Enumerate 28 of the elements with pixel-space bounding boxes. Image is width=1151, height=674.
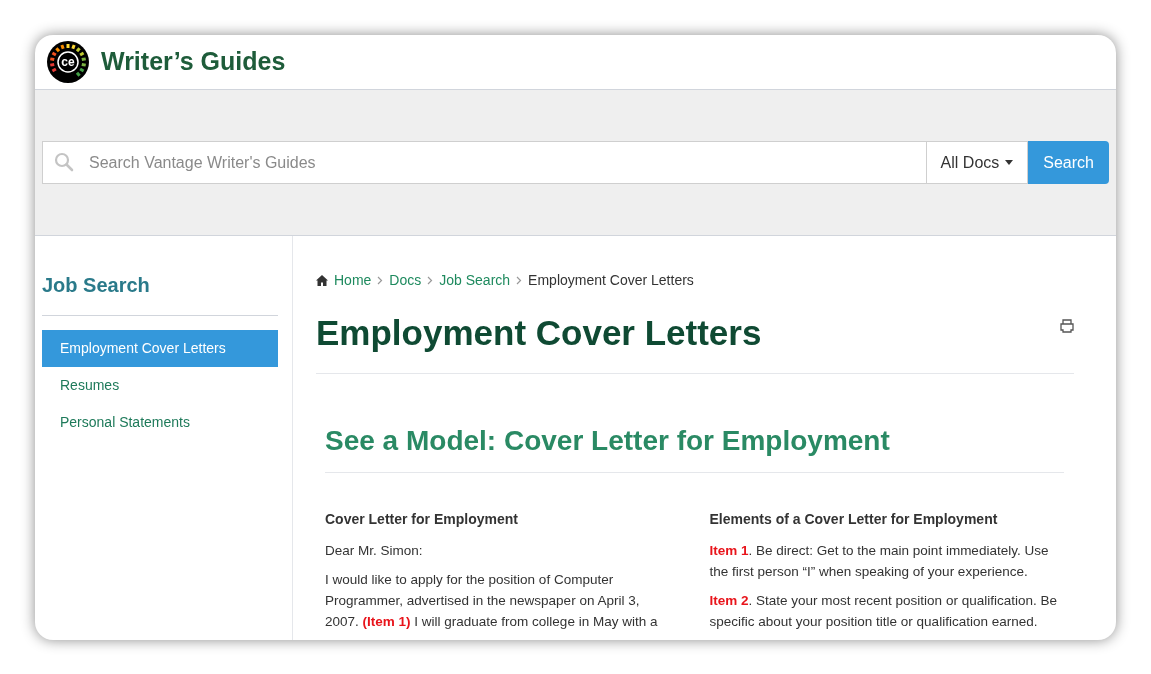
paragraph: Dear Mr. Simon: bbox=[325, 542, 424, 560]
chevron-icon bbox=[377, 276, 384, 286]
sidebar-item[interactable]: Personal Statements bbox=[42, 404, 278, 442]
caret-icon bbox=[1005, 160, 1014, 166]
section-title: See a Model: Cover Letter for Employment bbox=[325, 420, 1064, 473]
site-title[interactable]: Writer’s Guides bbox=[101, 43, 286, 81]
scope-dropdown[interactable]: All Docs bbox=[926, 141, 1029, 185]
sidebar-title: Job Search bbox=[42, 270, 278, 317]
column-heading: Elements of a Cover Letter for Employment bbox=[709, 510, 999, 529]
paragraph: I would like to apply for the position of Computer Programmer, advertised in the newspaper on April 3, 2007. (Item 1) I will graduate from college in May with a bbox=[325, 571, 659, 631]
breadcrumb-current: Employment Cover Letters bbox=[528, 271, 694, 291]
column-heading: Cover Letter for Employment bbox=[325, 510, 519, 529]
paragraph: Item 2. State your most recent position or qualification. Be specific about your position title or qualification earned. bbox=[709, 592, 1058, 631]
sidebar-item[interactable]: Resumes bbox=[42, 367, 278, 405]
search-button[interactable]: Search bbox=[1028, 141, 1109, 185]
chevron-icon bbox=[516, 276, 523, 286]
home-icon[interactable] bbox=[316, 275, 328, 287]
paragraph: Item 1. Be direct: Get to the main point immediately. Use the first person “I” when speaking of your experience. bbox=[709, 542, 1050, 581]
sidebar-item[interactable]: Employment Cover Letters bbox=[42, 330, 278, 368]
breadcrumb-link[interactable]: Job Search bbox=[439, 270, 511, 292]
breadcrumb-link[interactable]: Docs bbox=[389, 270, 422, 292]
page-title: Employment Cover Letters bbox=[316, 312, 762, 355]
print-icon[interactable] bbox=[1060, 319, 1074, 334]
chevron-icon bbox=[427, 276, 434, 286]
logo-icon[interactable]: ce bbox=[47, 40, 89, 83]
breadcrumb-link[interactable]: Home bbox=[334, 270, 372, 292]
search-icon bbox=[54, 152, 74, 173]
search-field[interactable]: Search Vantage Writer's Guides bbox=[42, 141, 927, 185]
